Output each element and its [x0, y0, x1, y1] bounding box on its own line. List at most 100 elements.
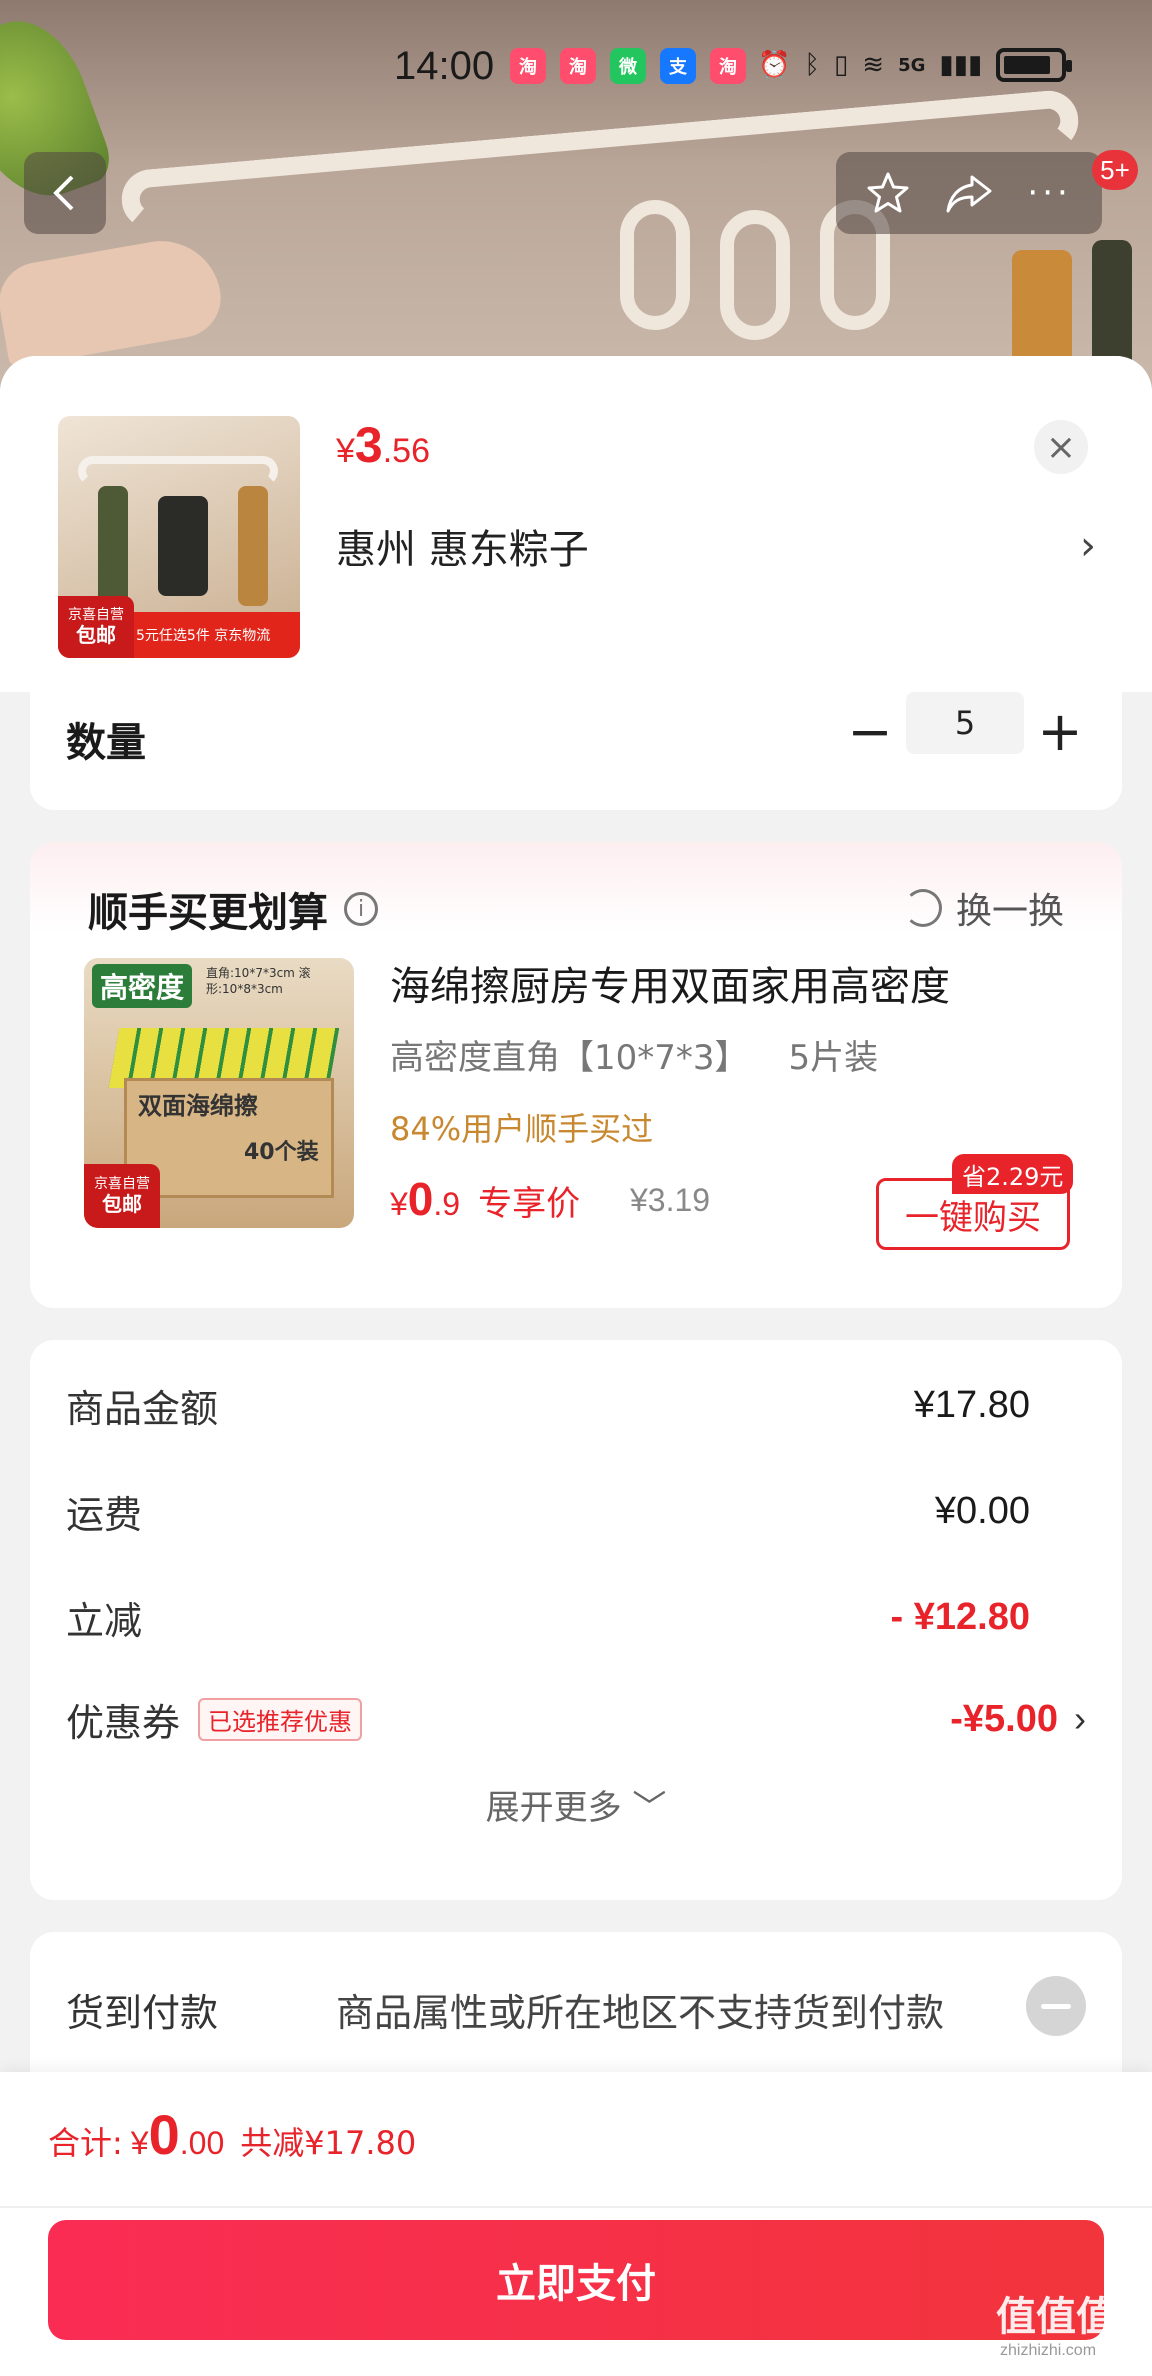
spec-text: 高密度直角【10*7*3】 — [390, 1038, 749, 1078]
chevron-left-icon — [53, 175, 74, 211]
summary-row-goods-amount: 商品金额 ¥17.80 — [66, 1370, 1086, 1440]
pack-text: 5片装 — [788, 1038, 879, 1078]
taobao-icon: 淘 — [710, 48, 746, 84]
hanger-loop — [620, 200, 690, 330]
recommend-card: 顺手买更划算 i 换一换 高密度 直角:10*7*3cm 滚形:10*8*3cm… — [30, 842, 1122, 1308]
image-size-text: 直角:10*7*3cm 滚形:10*8*3cm — [206, 966, 311, 996]
quantity-card: 数量 − 5 + — [30, 692, 1122, 810]
total-row: 合计: ¥ 0 .00 共减¥17.80 — [48, 2102, 416, 2167]
summary-label: 优惠券 — [66, 1700, 181, 1745]
thumb-strap — [98, 486, 128, 606]
quantity-decrease-button[interactable]: − — [840, 696, 900, 766]
star-icon — [867, 172, 909, 213]
thumb-bag — [158, 496, 208, 596]
bluetooth-icon: ᛒ — [804, 50, 820, 80]
exclusive-price-label: 专享价 — [478, 1184, 581, 1224]
top-action-group: ··· — [836, 152, 1102, 234]
price-decimal: .56 — [382, 432, 430, 470]
product-thumbnail[interactable]: 5元任选5件 京东物流 京喜自营 包邮 — [58, 416, 300, 658]
price-integer: 0 — [407, 1173, 434, 1225]
recommend-item-image[interactable]: 高密度 直角:10*7*3cm 滚形:10*8*3cm 双面海绵擦 40个装 京… — [84, 958, 354, 1228]
watermark-logo: 值值值 — [996, 2294, 1116, 2340]
hanger-loop — [720, 210, 790, 340]
summary-value: ¥17.80 — [913, 1383, 1030, 1426]
taobao-icon: 淘 — [510, 48, 546, 84]
total-saved: 共减¥17.80 — [240, 2124, 417, 2162]
minus-icon — [1041, 2003, 1071, 2009]
box-count: 40个装 — [244, 1140, 319, 1165]
divider — [0, 2206, 1152, 2208]
cod-description: 商品属性或所在地区不支持货到付款 — [336, 1991, 945, 2035]
vibrate-icon: ▯ — [833, 50, 849, 80]
close-button[interactable]: × — [1034, 420, 1088, 474]
swap-label: 换一换 — [956, 891, 1065, 932]
more-button[interactable]: ··· — [1020, 163, 1080, 223]
recommend-item-tag: 京喜自营 包邮 — [84, 1164, 160, 1228]
chevron-right-icon: › — [1074, 1698, 1086, 1739]
recommend-item-name[interactable]: 海绵擦厨房专用双面家用高密度 — [390, 954, 950, 1012]
price-currency: ¥ — [336, 432, 355, 470]
coupon-value-group: -¥5.00 › — [950, 1698, 1086, 1741]
notification-icons: 淘 淘 微 支 淘 — [510, 48, 746, 84]
sheet-header: 5元任选5件 京东物流 京喜自营 包邮 ¥ 3 .56 × 惠州 惠东粽子 › — [0, 356, 1152, 692]
alarm-icon: ⏰ — [758, 50, 791, 80]
bought-ratio-text: 84%用户顺手买过 — [390, 1110, 654, 1148]
status-bar: 14:00 淘 淘 微 支 淘 ⏰ ᛒ ▯ ≋ 5G ▮▮▮ — [0, 40, 1152, 96]
battery-icon — [996, 48, 1073, 82]
share-button[interactable] — [939, 163, 999, 223]
share-icon — [946, 175, 992, 213]
summary-row-shipping: 运费 ¥0.00 — [66, 1476, 1086, 1546]
message-badge: 5+ — [1092, 150, 1138, 190]
address-selector[interactable]: 惠州 惠东粽子 › — [336, 506, 1096, 586]
recommend-title: 顺手买更划算 i — [88, 880, 378, 938]
total-currency: ¥ — [130, 2125, 149, 2161]
hand-image — [0, 231, 228, 369]
status-time: 14:00 — [394, 44, 495, 88]
recommend-item-price: ¥ 0 .9 专享价 — [390, 1172, 580, 1226]
summary-value: ¥0.00 — [934, 1489, 1030, 1532]
summary-value: -¥5.00 — [950, 1697, 1058, 1740]
thumb-tag-bottom: 包邮 — [76, 623, 116, 648]
refresh-icon — [904, 889, 942, 927]
total-decimal: .00 — [179, 2125, 225, 2161]
thumb-tag-top: 京喜自营 — [68, 606, 124, 623]
swap-button[interactable]: 换一换 — [904, 882, 1064, 934]
alipay-icon: 支 — [660, 48, 696, 84]
tag-top: 京喜自营 — [94, 1175, 150, 1192]
close-icon: × — [1045, 426, 1077, 468]
wifi-icon: ≋ — [862, 50, 885, 80]
battery-level — [1004, 56, 1051, 74]
price-integer: 3 — [354, 417, 383, 473]
chevron-right-icon: › — [1080, 523, 1096, 569]
signal-icon: ▮▮▮ — [939, 50, 983, 80]
thumb-tag: 京喜自营 包邮 — [58, 596, 134, 658]
info-icon[interactable]: i — [344, 892, 378, 926]
wechat-icon: 微 — [610, 48, 646, 84]
more-icon: ··· — [1027, 173, 1072, 213]
price-currency: ¥ — [390, 1186, 408, 1222]
network-label: 5G — [898, 54, 926, 76]
favorite-button[interactable] — [858, 163, 918, 223]
price-summary-card: 商品金额 ¥17.80 运费 ¥0.00 立减 - ¥12.80 优惠券 已选推… — [30, 1340, 1122, 1900]
quantity-increase-button[interactable]: + — [1030, 696, 1090, 766]
cod-label: 货到付款 — [66, 1991, 219, 2035]
total-integer: 0 — [148, 2103, 180, 2166]
summary-label: 商品金额 — [66, 1386, 219, 1431]
summary-label: 运费 — [66, 1492, 143, 1537]
recommend-title-text: 顺手买更划算 — [88, 890, 328, 936]
thumb-strap — [238, 486, 268, 606]
quantity-label: 数量 — [66, 720, 146, 766]
address-text: 惠州 惠东粽子 — [336, 527, 589, 573]
quantity-input[interactable]: 5 — [906, 692, 1024, 754]
summary-row-coupon[interactable]: 优惠券 已选推荐优惠 -¥5.00 › — [66, 1684, 1086, 1754]
product-price: ¥ 3 .56 — [336, 416, 430, 474]
pay-now-button[interactable]: 立即支付 — [48, 2220, 1104, 2340]
summary-label: 立减 — [66, 1598, 143, 1643]
system-indicators: ⏰ ᛒ ▯ ≋ 5G ▮▮▮ — [758, 48, 1073, 82]
total-label: 合计: — [48, 2124, 123, 2162]
expand-more-button[interactable]: 展开更多 ﹀ — [30, 1780, 1122, 1829]
back-button[interactable] — [24, 152, 106, 234]
original-price: ¥3.19 — [630, 1182, 711, 1218]
cod-disabled-toggle[interactable] — [1026, 1976, 1086, 2036]
recommend-item-spec: 高密度直角【10*7*3】 5片装 — [390, 1030, 878, 1079]
